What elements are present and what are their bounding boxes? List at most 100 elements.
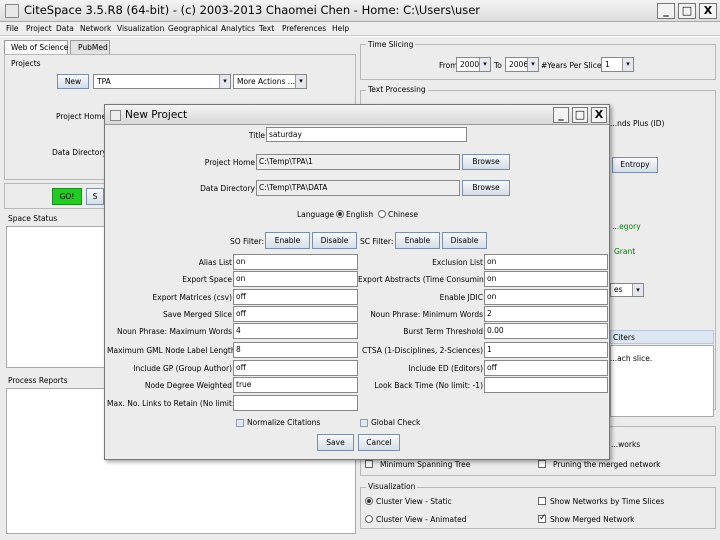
- new-project-button[interactable]: New: [57, 74, 89, 89]
- show-time-slices-checkbox[interactable]: [538, 497, 546, 505]
- dialog-minimize-button[interactable]: _: [553, 107, 569, 123]
- menu-geographical[interactable]: Geographical: [168, 24, 218, 33]
- noun-phrase-max-input[interactable]: 4: [233, 323, 358, 339]
- dialog-close-button[interactable]: X: [591, 107, 607, 123]
- maximize-button[interactable]: □: [678, 3, 696, 19]
- data-directory-label: Data Directory: [200, 184, 255, 193]
- burst-threshold-label: Burst Term Threshold: [403, 327, 483, 336]
- menu-help[interactable]: Help: [332, 24, 349, 33]
- years-per-slice-select[interactable]: 1 ▾: [601, 57, 634, 72]
- dialog-title-bar: New Project _ □ X: [105, 105, 609, 125]
- save-button[interactable]: Save: [317, 434, 354, 451]
- dialog-maximize-button[interactable]: □: [572, 107, 588, 123]
- from-label: From: [439, 61, 458, 70]
- years-per-slice-value: 1: [605, 60, 610, 69]
- check-mark-icon: ✓: [539, 513, 547, 523]
- pruning-merged-checkbox[interactable]: [538, 460, 546, 468]
- visualization-label: Visualization: [366, 482, 418, 491]
- max-links-input[interactable]: [233, 395, 358, 411]
- exclusion-list-input[interactable]: on: [484, 254, 608, 270]
- menu-project[interactable]: Project: [26, 24, 52, 33]
- noun-phrase-min-input[interactable]: 2: [484, 306, 608, 322]
- menu-file[interactable]: File: [6, 24, 19, 33]
- export-abstracts-input[interactable]: on: [484, 271, 608, 287]
- chevron-down-icon: ▾: [479, 58, 490, 71]
- project-select[interactable]: TPA ▾: [93, 74, 231, 89]
- normalize-citations-checkbox[interactable]: [236, 419, 244, 427]
- include-ed-input[interactable]: off: [484, 360, 608, 376]
- so-filter-label: SO Filter:: [230, 237, 265, 246]
- export-matrices-input[interactable]: off: [233, 289, 358, 305]
- to-year-select[interactable]: 2006 ▾: [505, 57, 539, 72]
- tab-web-of-science[interactable]: Web of Science: [4, 40, 68, 54]
- cluster-animated-radio[interactable]: [365, 515, 373, 523]
- gml-label-length-label: Maximum GML Node Label Length: [107, 346, 236, 355]
- menu-data[interactable]: Data: [56, 24, 74, 33]
- project-home-input[interactable]: C:\Temp\TPA\1: [256, 154, 460, 170]
- noun-phrase-max-label: Noun Phrase: Maximum Words: [116, 327, 232, 336]
- citers-label: Citers: [613, 333, 635, 342]
- tab-pubmed[interactable]: PubMed: [70, 40, 110, 54]
- save-merged-slice-input[interactable]: off: [233, 306, 358, 322]
- ctsa-label: CTSA (1-Disciplines, 2-Sciences): [362, 346, 483, 355]
- export-space-input[interactable]: on: [233, 271, 358, 287]
- text-processing-label: Text Processing: [366, 85, 428, 94]
- stop-button[interactable]: S: [86, 188, 104, 205]
- export-matrices-label: Export Matrices (csv): [152, 293, 232, 302]
- menu-visualization[interactable]: Visualization: [117, 24, 164, 33]
- browse-data-directory-button[interactable]: Browse: [462, 180, 510, 196]
- more-actions-label: More Actions ...: [237, 77, 295, 86]
- include-gp-input[interactable]: off: [233, 360, 358, 376]
- alias-list-input[interactable]: on: [233, 254, 358, 270]
- process-reports-label: Process Reports: [8, 376, 68, 385]
- entropy-button[interactable]: Entropy: [612, 157, 658, 173]
- minimize-button[interactable]: _: [657, 3, 675, 19]
- browse-project-home-button[interactable]: Browse: [462, 154, 510, 170]
- radio-selected-dot: [338, 212, 342, 216]
- ctsa-input[interactable]: 1: [484, 342, 608, 358]
- chevron-down-icon: ▾: [219, 75, 230, 88]
- menu-network[interactable]: Network: [80, 24, 111, 33]
- include-gp-label: Include GP (Group Author): [133, 364, 232, 373]
- close-button[interactable]: X: [699, 3, 717, 19]
- alias-list-label: Alias List: [198, 258, 232, 267]
- data-directory-input[interactable]: C:\Temp\TPA\DATA: [256, 180, 460, 196]
- cluster-static-label: Cluster View - Static: [376, 497, 452, 506]
- citers-tab[interactable]: Citers: [610, 330, 714, 344]
- go-button[interactable]: GO!: [52, 188, 82, 205]
- menu-preferences[interactable]: Preferences: [282, 24, 326, 33]
- title-input[interactable]: saturday: [266, 127, 467, 142]
- more-actions-select[interactable]: More Actions ... ▾: [233, 74, 307, 89]
- node-degree-weighted-input[interactable]: true: [233, 377, 358, 393]
- burst-threshold-input[interactable]: 0.00: [484, 323, 608, 339]
- enable-jdic-input[interactable]: on: [484, 289, 608, 305]
- from-year-select[interactable]: 2000 ▾: [456, 57, 491, 72]
- partial-select[interactable]: es ▾: [610, 283, 644, 297]
- slice-fragment: ...ach slice.: [610, 354, 653, 363]
- menu-bar: File Project Data Network Visualization …: [0, 22, 720, 36]
- sc-enable-button[interactable]: Enable: [395, 232, 440, 249]
- so-enable-button[interactable]: Enable: [265, 232, 310, 249]
- global-check-checkbox[interactable]: [360, 419, 368, 427]
- minimum-spanning-tree-checkbox[interactable]: [365, 460, 373, 468]
- sc-disable-button[interactable]: Disable: [442, 232, 487, 249]
- so-disable-button[interactable]: Disable: [312, 232, 357, 249]
- from-year-value: 2000: [460, 60, 480, 69]
- chinese-radio[interactable]: [378, 210, 386, 218]
- tab-web-of-science-label: Web of Science: [11, 43, 69, 52]
- export-space-label: Export Space: [182, 275, 232, 284]
- main-title-bar: CiteSpace 3.5.R8 (64-bit) - (c) 2003-201…: [0, 0, 720, 22]
- enable-jdic-label: Enable JDIC: [439, 293, 483, 302]
- normalize-citations-label: Normalize Citations: [247, 418, 321, 427]
- pruning-merged-label: Pruning the merged network: [553, 460, 661, 469]
- look-back-time-input[interactable]: [484, 377, 608, 393]
- cancel-button[interactable]: Cancel: [358, 434, 400, 451]
- chinese-label: Chinese: [388, 210, 418, 219]
- menu-text[interactable]: Text: [259, 24, 274, 33]
- gml-label-length-input[interactable]: 8: [233, 342, 358, 358]
- title-label: Title: [248, 131, 265, 140]
- sc-filter-label: SC Filter:: [360, 237, 394, 246]
- tab-pubmed-label: PubMed: [78, 43, 108, 52]
- to-label: To: [494, 61, 502, 70]
- menu-analytics[interactable]: Analytics: [221, 24, 255, 33]
